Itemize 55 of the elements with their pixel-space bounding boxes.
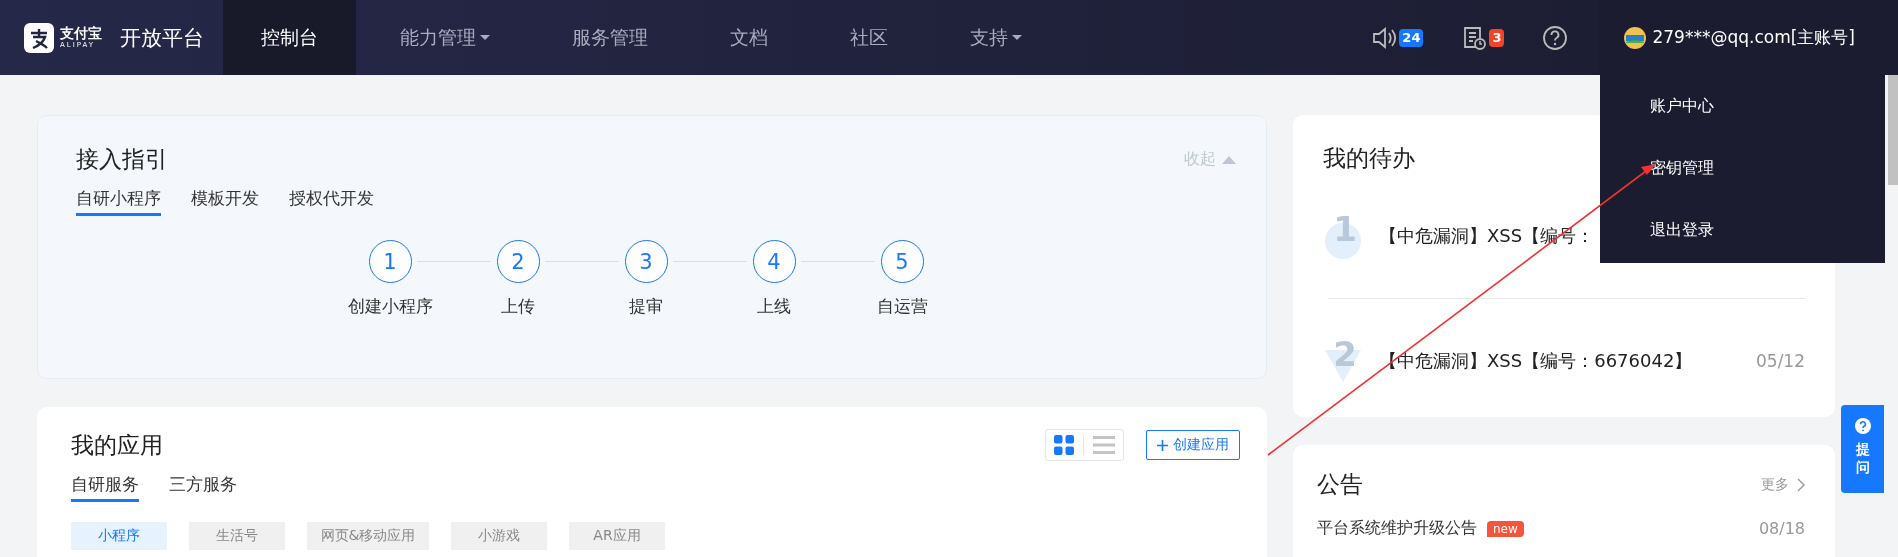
step-label: 提审 xyxy=(629,295,663,318)
step-label: 上线 xyxy=(757,295,791,318)
logo-icon xyxy=(24,22,54,53)
todo-title[interactable]: 【中危漏洞】XSS【编号：6676042】 xyxy=(1379,349,1744,373)
create-button[interactable]: 创建应用 xyxy=(1146,430,1240,460)
task-button[interactable]: 3 xyxy=(1461,24,1505,51)
tab[interactable]: 模板开发 xyxy=(191,187,259,216)
nav-tab[interactable]: 服务管理 xyxy=(534,0,686,75)
help-icon[interactable] xyxy=(1542,24,1569,51)
card-title: 公告 xyxy=(1317,470,1363,499)
card-title: 我的应用 xyxy=(71,430,163,460)
step-label: 创建小程序 xyxy=(347,295,433,318)
nav-tab[interactable]: 控制台 xyxy=(223,0,356,75)
step-label: 上传 xyxy=(501,295,535,318)
speaker-icon xyxy=(1371,25,1398,50)
notice-date: 08/18 xyxy=(1758,519,1805,538)
card-title: 接入指引 xyxy=(76,145,168,174)
nav-tab[interactable]: 能力管理 xyxy=(362,0,528,75)
tab[interactable]: 自研服务 xyxy=(71,473,139,502)
count-badge: 24 xyxy=(1399,28,1424,47)
menu-item[interactable]: 账户中心 xyxy=(1600,75,1714,137)
chevron-right-icon xyxy=(1797,477,1805,492)
count-badge: 3 xyxy=(1489,28,1505,47)
platform-title: 开放平台 xyxy=(120,24,204,52)
logo-text: 支付宝 xyxy=(60,26,102,40)
account-menu[interactable]: 279***@qq.com[主账号] xyxy=(1598,0,1855,75)
nav-tab[interactable]: 社区 xyxy=(812,0,926,75)
plus-icon xyxy=(1157,439,1168,451)
step-number: 4 xyxy=(752,240,796,283)
step-number: 1 xyxy=(368,240,412,283)
step-number: 3 xyxy=(624,240,668,283)
tab[interactable]: 自研小程序 xyxy=(76,187,161,216)
notification-button[interactable]: 24 xyxy=(1371,25,1424,50)
ask-button[interactable]: 提问 xyxy=(1841,405,1884,493)
avatar-icon xyxy=(1624,26,1647,49)
scrollbar[interactable] xyxy=(1888,75,1898,185)
card-title: 我的待办 xyxy=(1323,144,1415,173)
help-icon xyxy=(1854,418,1871,434)
step-number: 5 xyxy=(880,240,924,283)
menu-item[interactable]: 密钥管理 xyxy=(1600,137,1714,199)
menu-item[interactable]: 退出登录 xyxy=(1600,199,1714,261)
tab[interactable]: 三方服务 xyxy=(169,473,237,502)
view-toggle[interactable] xyxy=(1045,429,1124,461)
todo-date: 05/12 xyxy=(1756,351,1805,371)
caret-icon xyxy=(1222,155,1236,164)
document-clock-icon xyxy=(1461,24,1488,51)
notice-title[interactable]: 平台系统维护升级公告 xyxy=(1317,518,1477,539)
step-number: 2 xyxy=(496,240,540,283)
new-badge: new xyxy=(1487,520,1524,537)
filter-chip[interactable]: 小程序 xyxy=(71,522,167,550)
nav-tab[interactable]: 文档 xyxy=(692,0,806,75)
nav-tab[interactable]: 支持 xyxy=(932,0,1060,75)
tab[interactable]: 授权代开发 xyxy=(289,187,374,216)
step-label: 自运营 xyxy=(876,295,928,318)
grid-icon[interactable] xyxy=(1054,435,1074,455)
